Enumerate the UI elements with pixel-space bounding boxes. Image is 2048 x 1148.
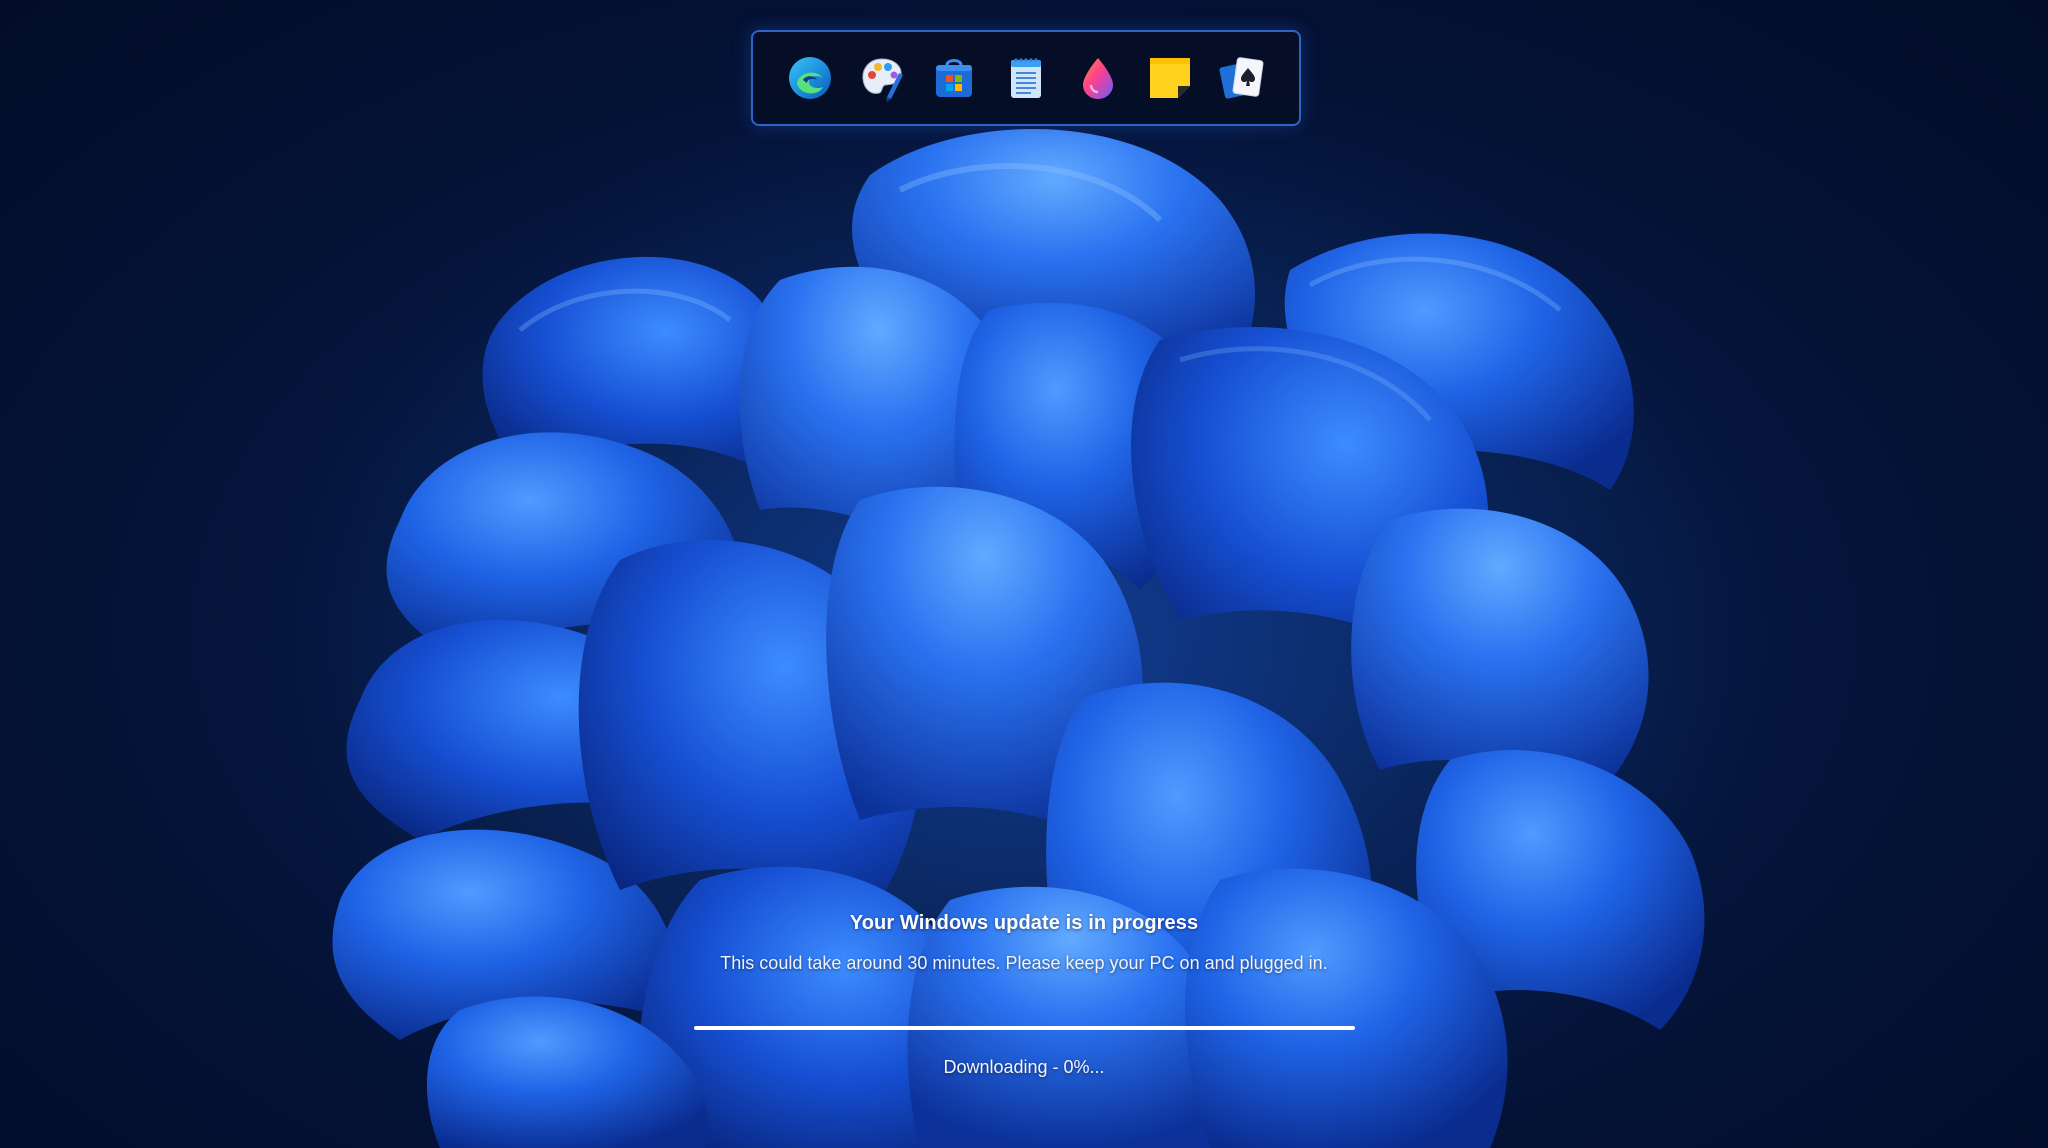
update-panel: Your Windows update is in progress This … xyxy=(0,912,2048,974)
sticky-notes-icon[interactable] xyxy=(1145,53,1195,103)
notepad-icon[interactable] xyxy=(1001,53,1051,103)
download-status: Downloading - 0%... xyxy=(943,1057,1105,1077)
color-drop-icon[interactable] xyxy=(1073,53,1123,103)
app-dock xyxy=(751,30,1301,126)
solitaire-cards-icon[interactable] xyxy=(1217,53,1267,103)
bloom-wallpaper xyxy=(270,80,1790,1148)
update-title: Your Windows update is in progress xyxy=(849,912,1199,934)
store-bag-icon[interactable] xyxy=(929,53,979,103)
update-progress-bar xyxy=(694,1026,1355,1030)
edge-icon[interactable] xyxy=(785,53,835,103)
paint-palette-icon[interactable] xyxy=(857,53,907,103)
update-subtitle: This could take around 30 minutes. Pleas… xyxy=(720,953,1328,973)
